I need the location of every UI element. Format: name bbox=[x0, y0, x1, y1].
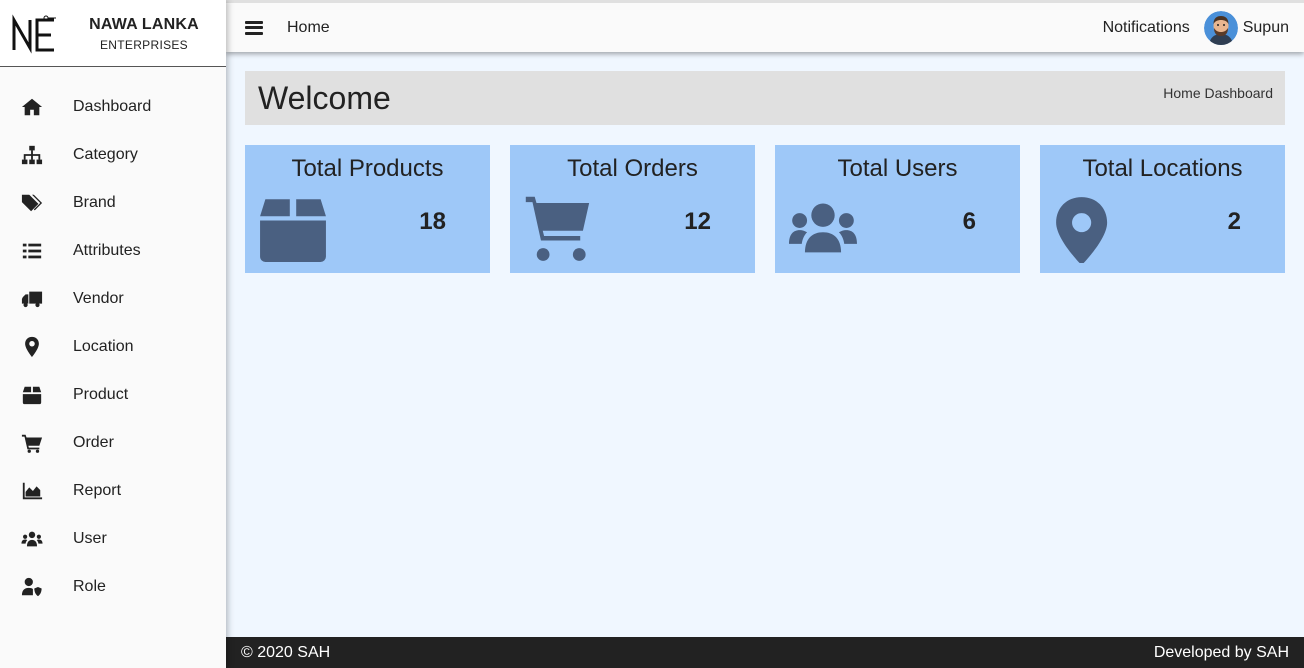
truck-icon bbox=[21, 288, 43, 310]
sidebar-item-label: Category bbox=[73, 146, 138, 163]
users-icon bbox=[21, 528, 43, 550]
sidebar-item-attributes[interactable]: Attributes bbox=[0, 227, 226, 275]
notifications-link[interactable]: Notifications bbox=[1103, 19, 1190, 37]
breadcrumb[interactable]: Home Dashboard bbox=[1163, 85, 1273, 101]
top-bar: Home Notifications Supun bbox=[226, 0, 1304, 52]
top-right-area: Notifications Supun bbox=[1103, 10, 1289, 45]
sidebar-item-label: Vendor bbox=[73, 290, 124, 307]
sidebar-item-label: Brand bbox=[73, 194, 116, 211]
sidebar-item-vendor[interactable]: Vendor bbox=[0, 275, 226, 323]
sidebar-item-label: Order bbox=[73, 434, 114, 451]
sidebar-nav: Dashboard Category Brand Attributes Vend… bbox=[0, 83, 226, 611]
box-icon bbox=[259, 195, 327, 263]
sidebar-item-dashboard[interactable]: Dashboard bbox=[0, 83, 226, 131]
box-icon bbox=[21, 384, 43, 406]
sidebar-item-label: Report bbox=[73, 482, 122, 499]
tags-icon bbox=[21, 192, 43, 214]
sitemap-icon bbox=[21, 144, 43, 166]
card-total-locations[interactable]: Total Locations 2 bbox=[1040, 145, 1285, 273]
welcome-header: Welcome Home Dashboard bbox=[245, 71, 1285, 125]
brand-logo-icon bbox=[12, 14, 56, 54]
map-marker-icon bbox=[21, 336, 43, 358]
cart-icon bbox=[524, 195, 592, 263]
card-value: 18 bbox=[419, 208, 446, 235]
sidebar-item-label: User bbox=[73, 530, 107, 547]
footer-credit: Developed by SAH bbox=[1153, 643, 1289, 661]
sidebar-item-label: Location bbox=[73, 338, 134, 355]
sidebar-item-user[interactable]: User bbox=[0, 515, 226, 563]
stat-cards: Total Products 18 Total Orders 12 Total … bbox=[245, 145, 1285, 273]
avatar[interactable] bbox=[1203, 10, 1238, 45]
sidebar-item-report[interactable]: Report bbox=[0, 467, 226, 515]
sidebar-item-brand[interactable]: Brand bbox=[0, 179, 226, 227]
card-value: 2 bbox=[1227, 208, 1241, 235]
card-title: Total Products bbox=[291, 155, 444, 182]
brand[interactable]: NAWA LANKA ENTERPRISES bbox=[0, 0, 226, 67]
card-total-products[interactable]: Total Products 18 bbox=[245, 145, 490, 273]
card-value: 6 bbox=[962, 208, 976, 235]
brand-name: NAWA LANKA bbox=[89, 16, 199, 33]
sidebar-item-location[interactable]: Location bbox=[0, 323, 226, 371]
card-title: Total Orders bbox=[567, 155, 698, 182]
cart-icon bbox=[21, 432, 43, 454]
sidebar-item-order[interactable]: Order bbox=[0, 419, 226, 467]
sidebar-item-label: Dashboard bbox=[73, 98, 152, 115]
card-title: Total Users bbox=[837, 155, 958, 182]
map-marker-icon bbox=[1054, 195, 1122, 266]
users-icon bbox=[789, 195, 857, 263]
user-name[interactable]: Supun bbox=[1243, 19, 1289, 37]
card-value: 12 bbox=[684, 208, 711, 235]
footer: © 2020 SAH Developed by SAH bbox=[226, 637, 1304, 668]
sidebar-item-product[interactable]: Product bbox=[0, 371, 226, 419]
footer-copyright: © 2020 SAH bbox=[241, 643, 331, 661]
card-total-orders[interactable]: Total Orders 12 bbox=[510, 145, 755, 273]
home-icon bbox=[21, 96, 43, 118]
sidebar-item-label: Role bbox=[73, 578, 106, 595]
sidebar-item-label: Product bbox=[73, 386, 129, 403]
page-title: Welcome bbox=[258, 80, 391, 116]
top-home-link[interactable]: Home bbox=[287, 19, 330, 37]
hamburger-menu-icon[interactable] bbox=[245, 20, 263, 35]
sidebar-item-label: Attributes bbox=[73, 242, 141, 259]
sidebar: NAWA LANKA ENTERPRISES Dashboard Categor… bbox=[0, 0, 226, 668]
card-title: Total Locations bbox=[1082, 155, 1243, 182]
sidebar-item-category[interactable]: Category bbox=[0, 131, 226, 179]
area-chart-icon bbox=[21, 480, 43, 502]
list-icon bbox=[21, 240, 43, 262]
user-shield-icon bbox=[21, 576, 43, 598]
main-content: Welcome Home Dashboard Total Products 18… bbox=[226, 52, 1304, 637]
sidebar-item-role[interactable]: Role bbox=[0, 563, 226, 611]
card-total-users[interactable]: Total Users 6 bbox=[775, 145, 1020, 273]
brand-subtitle: ENTERPRISES bbox=[100, 38, 188, 52]
